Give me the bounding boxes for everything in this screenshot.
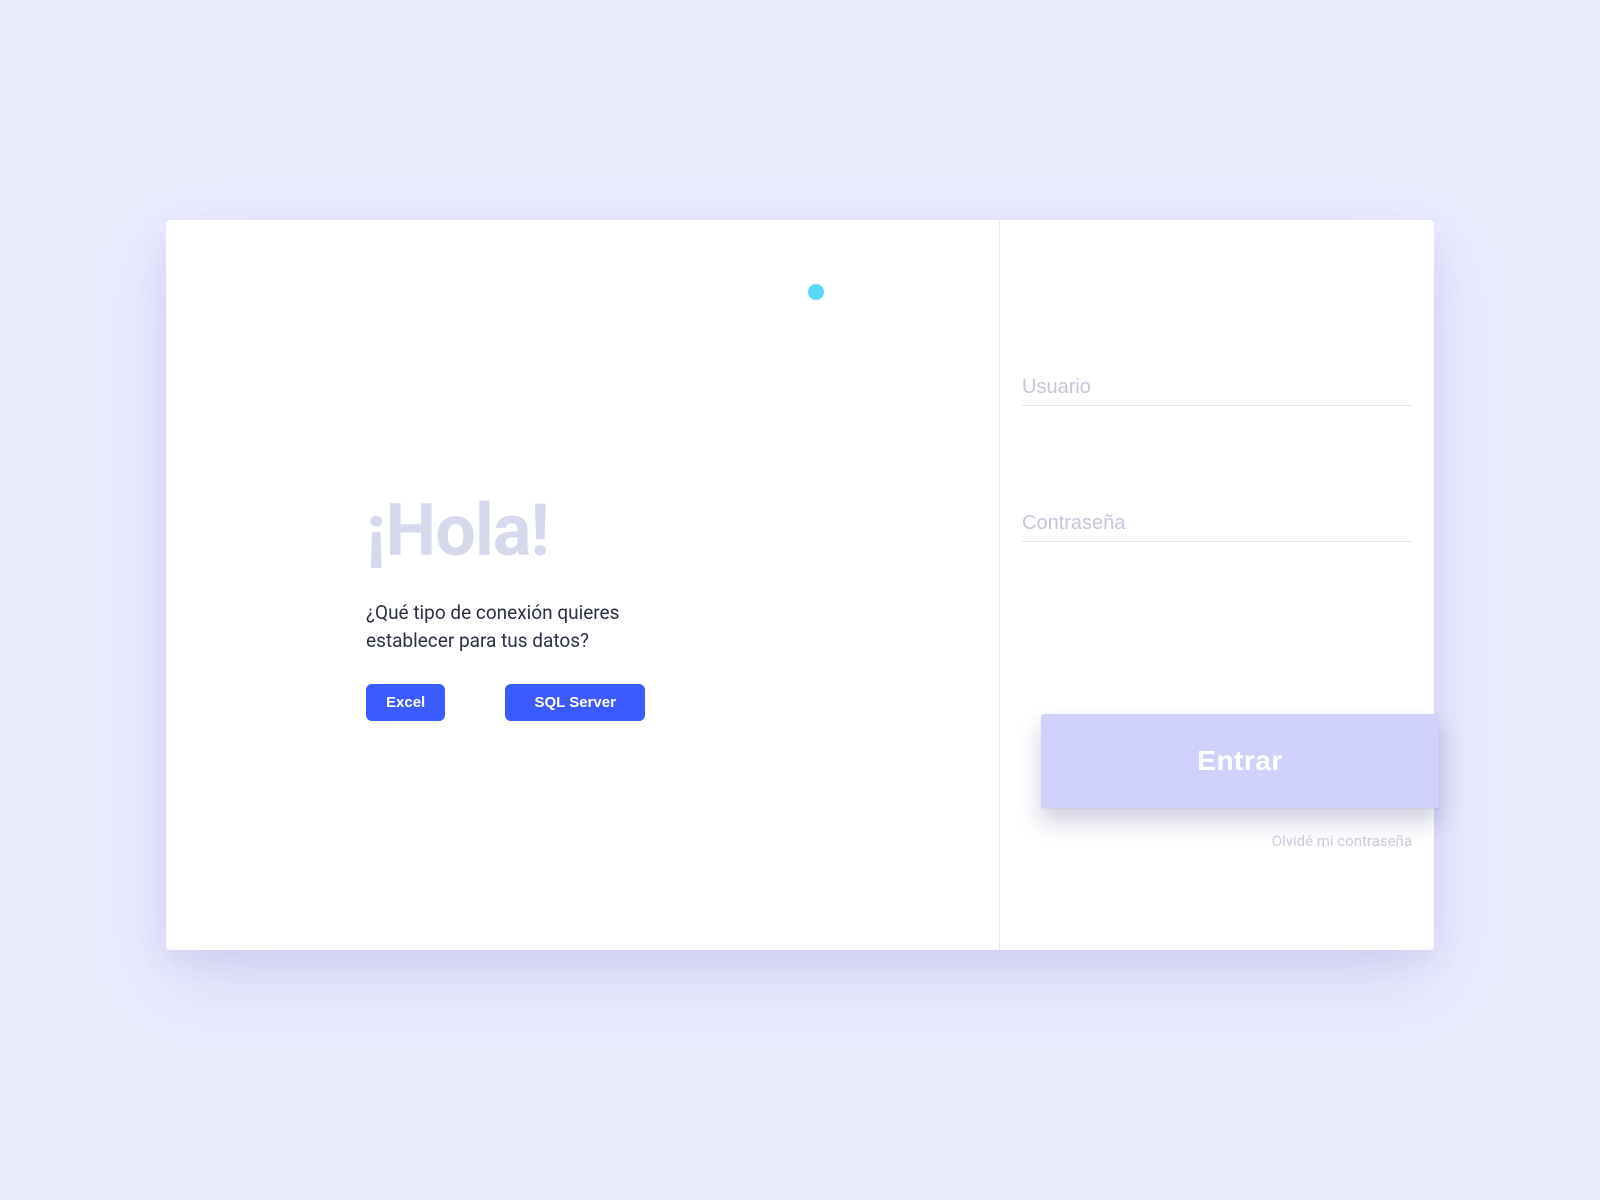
excel-button[interactable]: Excel (366, 684, 445, 721)
connection-button-row: Excel SQL Server (366, 684, 706, 721)
password-field-wrapper (1022, 506, 1412, 542)
password-input[interactable] (1022, 506, 1412, 542)
hero-title: ¡Hola! (366, 495, 706, 567)
right-panel: Entrar Olvidé mi contraseña (1000, 220, 1434, 950)
enter-button[interactable]: Entrar (1041, 714, 1439, 808)
login-card: ¡Hola! ¿Qué tipo de conexión quieres est… (166, 220, 1434, 950)
user-field-wrapper (1022, 370, 1412, 406)
user-input[interactable] (1022, 370, 1412, 406)
left-panel: ¡Hola! ¿Qué tipo de conexión quieres est… (166, 220, 1000, 950)
accent-dot-icon (808, 284, 824, 300)
forgot-password-link[interactable]: Olvidé mi contraseña (1272, 832, 1412, 850)
sql-server-button[interactable]: SQL Server (505, 684, 645, 721)
hero-block: ¡Hola! ¿Qué tipo de conexión quieres est… (366, 495, 706, 721)
hero-subtitle: ¿Qué tipo de conexión quieres establecer… (366, 599, 666, 654)
